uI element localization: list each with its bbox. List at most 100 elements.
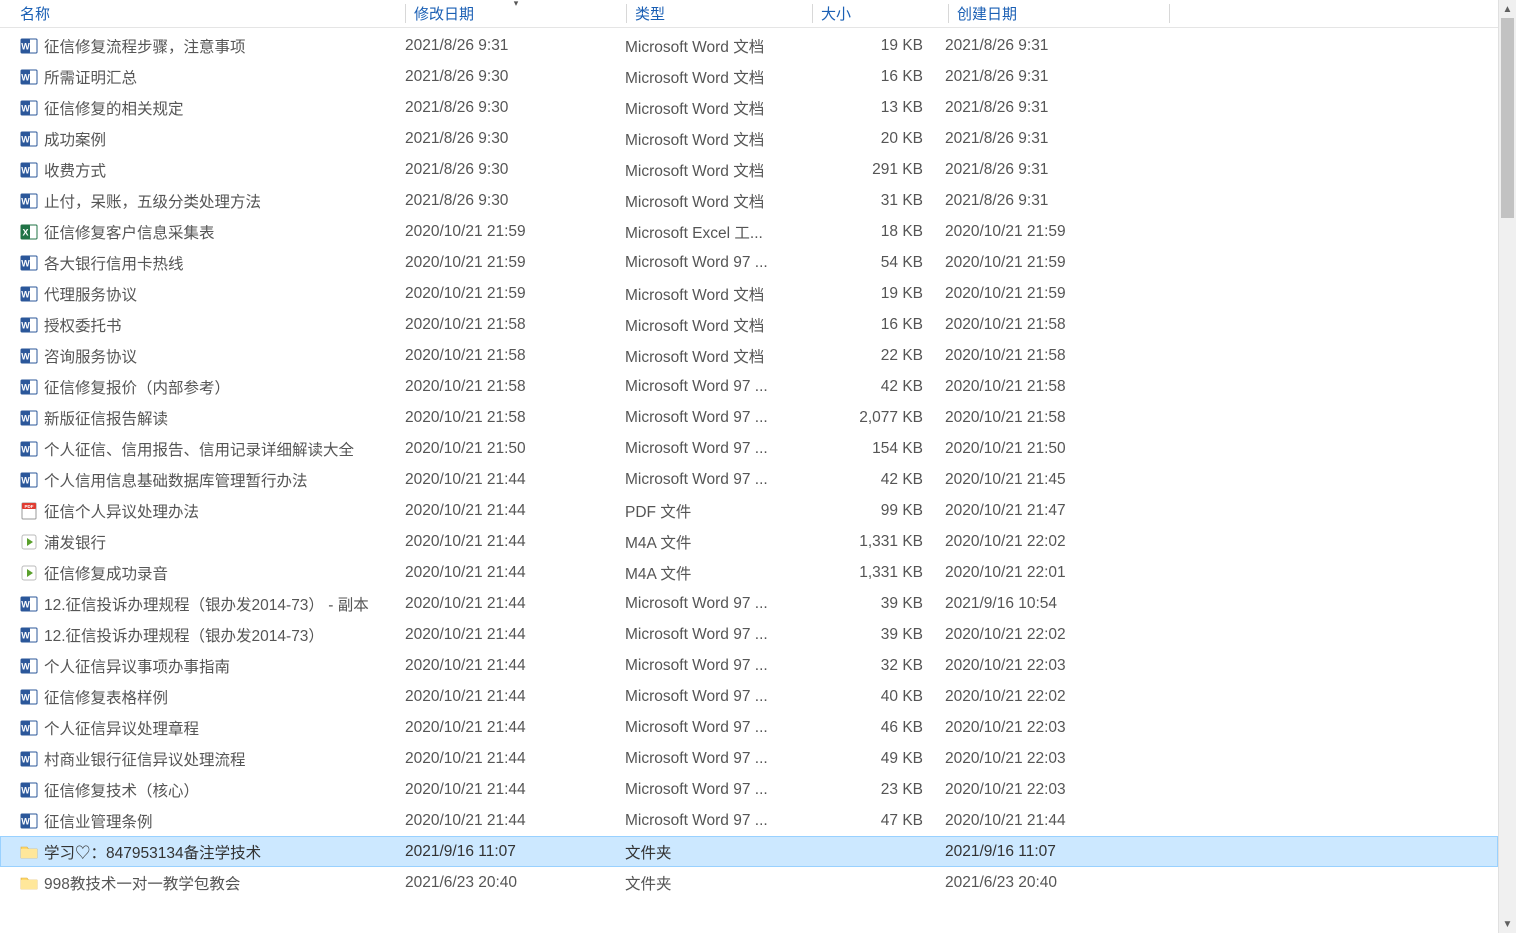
file-row[interactable]: 学习♡：847953134备注学技术2021/9/16 11:07文件夹2021… [0,836,1498,867]
file-name-cell: W授权委托书 [20,314,405,336]
file-row[interactable]: W个人征信、信用报告、信用记录详细解读大全2020/10/21 21:50Mic… [0,433,1498,464]
file-row[interactable]: W村商业银行征信异议处理流程2020/10/21 21:44Microsoft … [0,743,1498,774]
word-icon: W [20,68,38,86]
file-row[interactable]: W征信修复技术（核心）2020/10/21 21:44Microsoft Wor… [0,774,1498,805]
scroll-track[interactable] [1499,18,1516,915]
file-size-cell: 32 KB [810,657,945,675]
svg-text:W: W [21,599,30,609]
file-row[interactable]: 浦发银行2020/10/21 21:44M4A 文件1,331 KB2020/1… [0,526,1498,557]
file-name-text: 12.征信投诉办理规程（银办发2014-73） [44,624,324,646]
file-row[interactable]: W征信修复表格样例2020/10/21 21:44Microsoft Word … [0,681,1498,712]
file-name-cell: W征信修复报价（内部参考） [20,376,405,398]
scroll-up-button[interactable]: ▲ [1499,0,1516,18]
file-modified-cell: 2020/10/21 21:44 [405,657,625,675]
file-size-cell: 47 KB [810,812,945,830]
file-name-cell: 998教技术一对一教学包教会 [20,872,405,894]
file-created-cell: 2020/10/21 21:58 [945,378,1165,396]
file-row[interactable]: W12.征信投诉办理规程（银办发2014-73） - 副本2020/10/21 … [0,588,1498,619]
file-modified-cell: 2020/10/21 21:44 [405,750,625,768]
pdf-icon: PDF [20,502,38,520]
vertical-scrollbar[interactable]: ▲ ▼ [1498,0,1516,933]
file-row[interactable]: W个人信用信息基础数据库管理暂行办法2020/10/21 21:44Micros… [0,464,1498,495]
file-name-text: 征信修复客户信息采集表 [44,221,215,243]
file-row[interactable]: W代理服务协议2020/10/21 21:59Microsoft Word 文档… [0,278,1498,309]
file-row[interactable]: PDF征信个人异议处理办法2020/10/21 21:44PDF 文件99 KB… [0,495,1498,526]
file-name-cell: W个人信用信息基础数据库管理暂行办法 [20,469,405,491]
file-row[interactable]: W征信修复流程步骤，注意事项2021/8/26 9:31Microsoft Wo… [0,30,1498,61]
file-row[interactable]: W征信修复的相关规定2021/8/26 9:30Microsoft Word 文… [0,92,1498,123]
file-type-cell: Microsoft Word 文档 [625,128,810,150]
file-size-cell: 49 KB [810,750,945,768]
file-row[interactable]: W个人征信异议事项办事指南2020/10/21 21:44Microsoft W… [0,650,1498,681]
file-created-cell: 2020/10/21 21:58 [945,316,1165,334]
file-modified-cell: 2020/10/21 21:44 [405,719,625,737]
file-row[interactable]: W征信修复报价（内部参考）2020/10/21 21:58Microsoft W… [0,371,1498,402]
file-created-cell: 2020/10/21 22:02 [945,688,1165,706]
file-size-cell: 31 KB [810,192,945,210]
file-row[interactable]: W新版征信报告解读2020/10/21 21:58Microsoft Word … [0,402,1498,433]
word-icon: W [20,626,38,644]
folder-icon [20,843,38,861]
file-row[interactable]: W收费方式2021/8/26 9:30Microsoft Word 文档291 … [0,154,1498,185]
excel-icon: X [20,223,38,241]
file-row[interactable]: W征信业管理条例2020/10/21 21:44Microsoft Word 9… [0,805,1498,836]
file-row[interactable]: 998教技术一对一教学包教会2021/6/23 20:40文件夹2021/6/2… [0,867,1498,898]
media-icon [20,533,38,551]
file-created-cell: 2020/10/21 22:03 [945,781,1165,799]
file-size-cell: 42 KB [810,378,945,396]
file-modified-cell: 2020/10/21 21:44 [405,626,625,644]
column-separator[interactable] [1169,4,1170,23]
column-header-created[interactable]: 创建日期 [949,0,1169,27]
file-row[interactable]: W咨询服务协议2020/10/21 21:58Microsoft Word 文档… [0,340,1498,371]
file-size-cell: 22 KB [810,347,945,365]
scroll-thumb[interactable] [1501,18,1514,218]
column-header-name[interactable]: 名称 [0,0,405,27]
file-created-cell: 2020/10/21 21:59 [945,223,1165,241]
file-name-text: 998教技术一对一教学包教会 [44,872,240,894]
file-row[interactable]: 征信修复成功录音2020/10/21 21:44M4A 文件1,331 KB20… [0,557,1498,588]
file-name-cell: W征信修复的相关规定 [20,97,405,119]
file-modified-cell: 2020/10/21 21:59 [405,223,625,241]
column-header-modified[interactable]: ▾ 修改日期 [406,0,626,27]
column-header-size[interactable]: 大小 [813,0,948,27]
column-header-type[interactable]: 类型 [627,0,812,27]
file-name-cell: PDF征信个人异议处理办法 [20,500,405,522]
file-row[interactable]: W成功案例2021/8/26 9:30Microsoft Word 文档20 K… [0,123,1498,154]
file-size-cell: 46 KB [810,719,945,737]
file-type-cell: Microsoft Word 文档 [625,345,810,367]
word-icon: W [20,750,38,768]
file-row[interactable]: W个人征信异议处理章程2020/10/21 21:44Microsoft Wor… [0,712,1498,743]
svg-text:W: W [21,816,30,826]
scroll-down-button[interactable]: ▼ [1499,915,1516,933]
word-icon: W [20,812,38,830]
file-row[interactable]: W各大银行信用卡热线2020/10/21 21:59Microsoft Word… [0,247,1498,278]
file-name-text: 咨询服务协议 [44,345,137,367]
file-row[interactable]: W授权委托书2020/10/21 21:58Microsoft Word 文档1… [0,309,1498,340]
file-row[interactable]: X征信修复客户信息采集表2020/10/21 21:59Microsoft Ex… [0,216,1498,247]
file-modified-cell: 2021/8/26 9:30 [405,68,625,86]
file-size-cell: 40 KB [810,688,945,706]
file-name-text: 征信修复报价（内部参考） [44,376,230,398]
word-icon: W [20,161,38,179]
file-type-cell: Microsoft Word 97 ... [625,781,810,799]
file-created-cell: 2021/9/16 11:07 [945,843,1165,861]
file-size-cell: 20 KB [810,130,945,148]
file-modified-cell: 2021/8/26 9:30 [405,130,625,148]
file-type-cell: Microsoft Word 文档 [625,97,810,119]
svg-text:W: W [21,661,30,671]
word-icon: W [20,657,38,675]
file-row[interactable]: W 12.征信投诉办理规程（银办发2014-73） 2020/10/21 21:44… [0,619,1498,650]
file-size-cell: 39 KB [810,626,945,644]
file-row[interactable]: W所需证明汇总2021/8/26 9:30Microsoft Word 文档16… [0,61,1498,92]
file-created-cell: 2020/10/21 22:01 [945,564,1165,582]
file-type-cell: Microsoft Word 97 ... [625,657,810,675]
file-name-text: 征信修复成功录音 [44,562,168,584]
column-header-modified-label: 修改日期 [414,3,474,24]
file-type-cell: M4A 文件 [625,562,810,584]
file-row[interactable]: W止付，呆账，五级分类处理方法2021/8/26 9:30Microsoft W… [0,185,1498,216]
file-name-cell: W代理服务协议 [20,283,405,305]
file-name-text: 止付，呆账，五级分类处理方法 [44,190,261,212]
file-type-cell: Microsoft Word 97 ... [625,626,810,644]
file-name-text: 新版征信报告解读 [44,407,168,429]
file-created-cell: 2020/10/21 22:02 [945,533,1165,551]
